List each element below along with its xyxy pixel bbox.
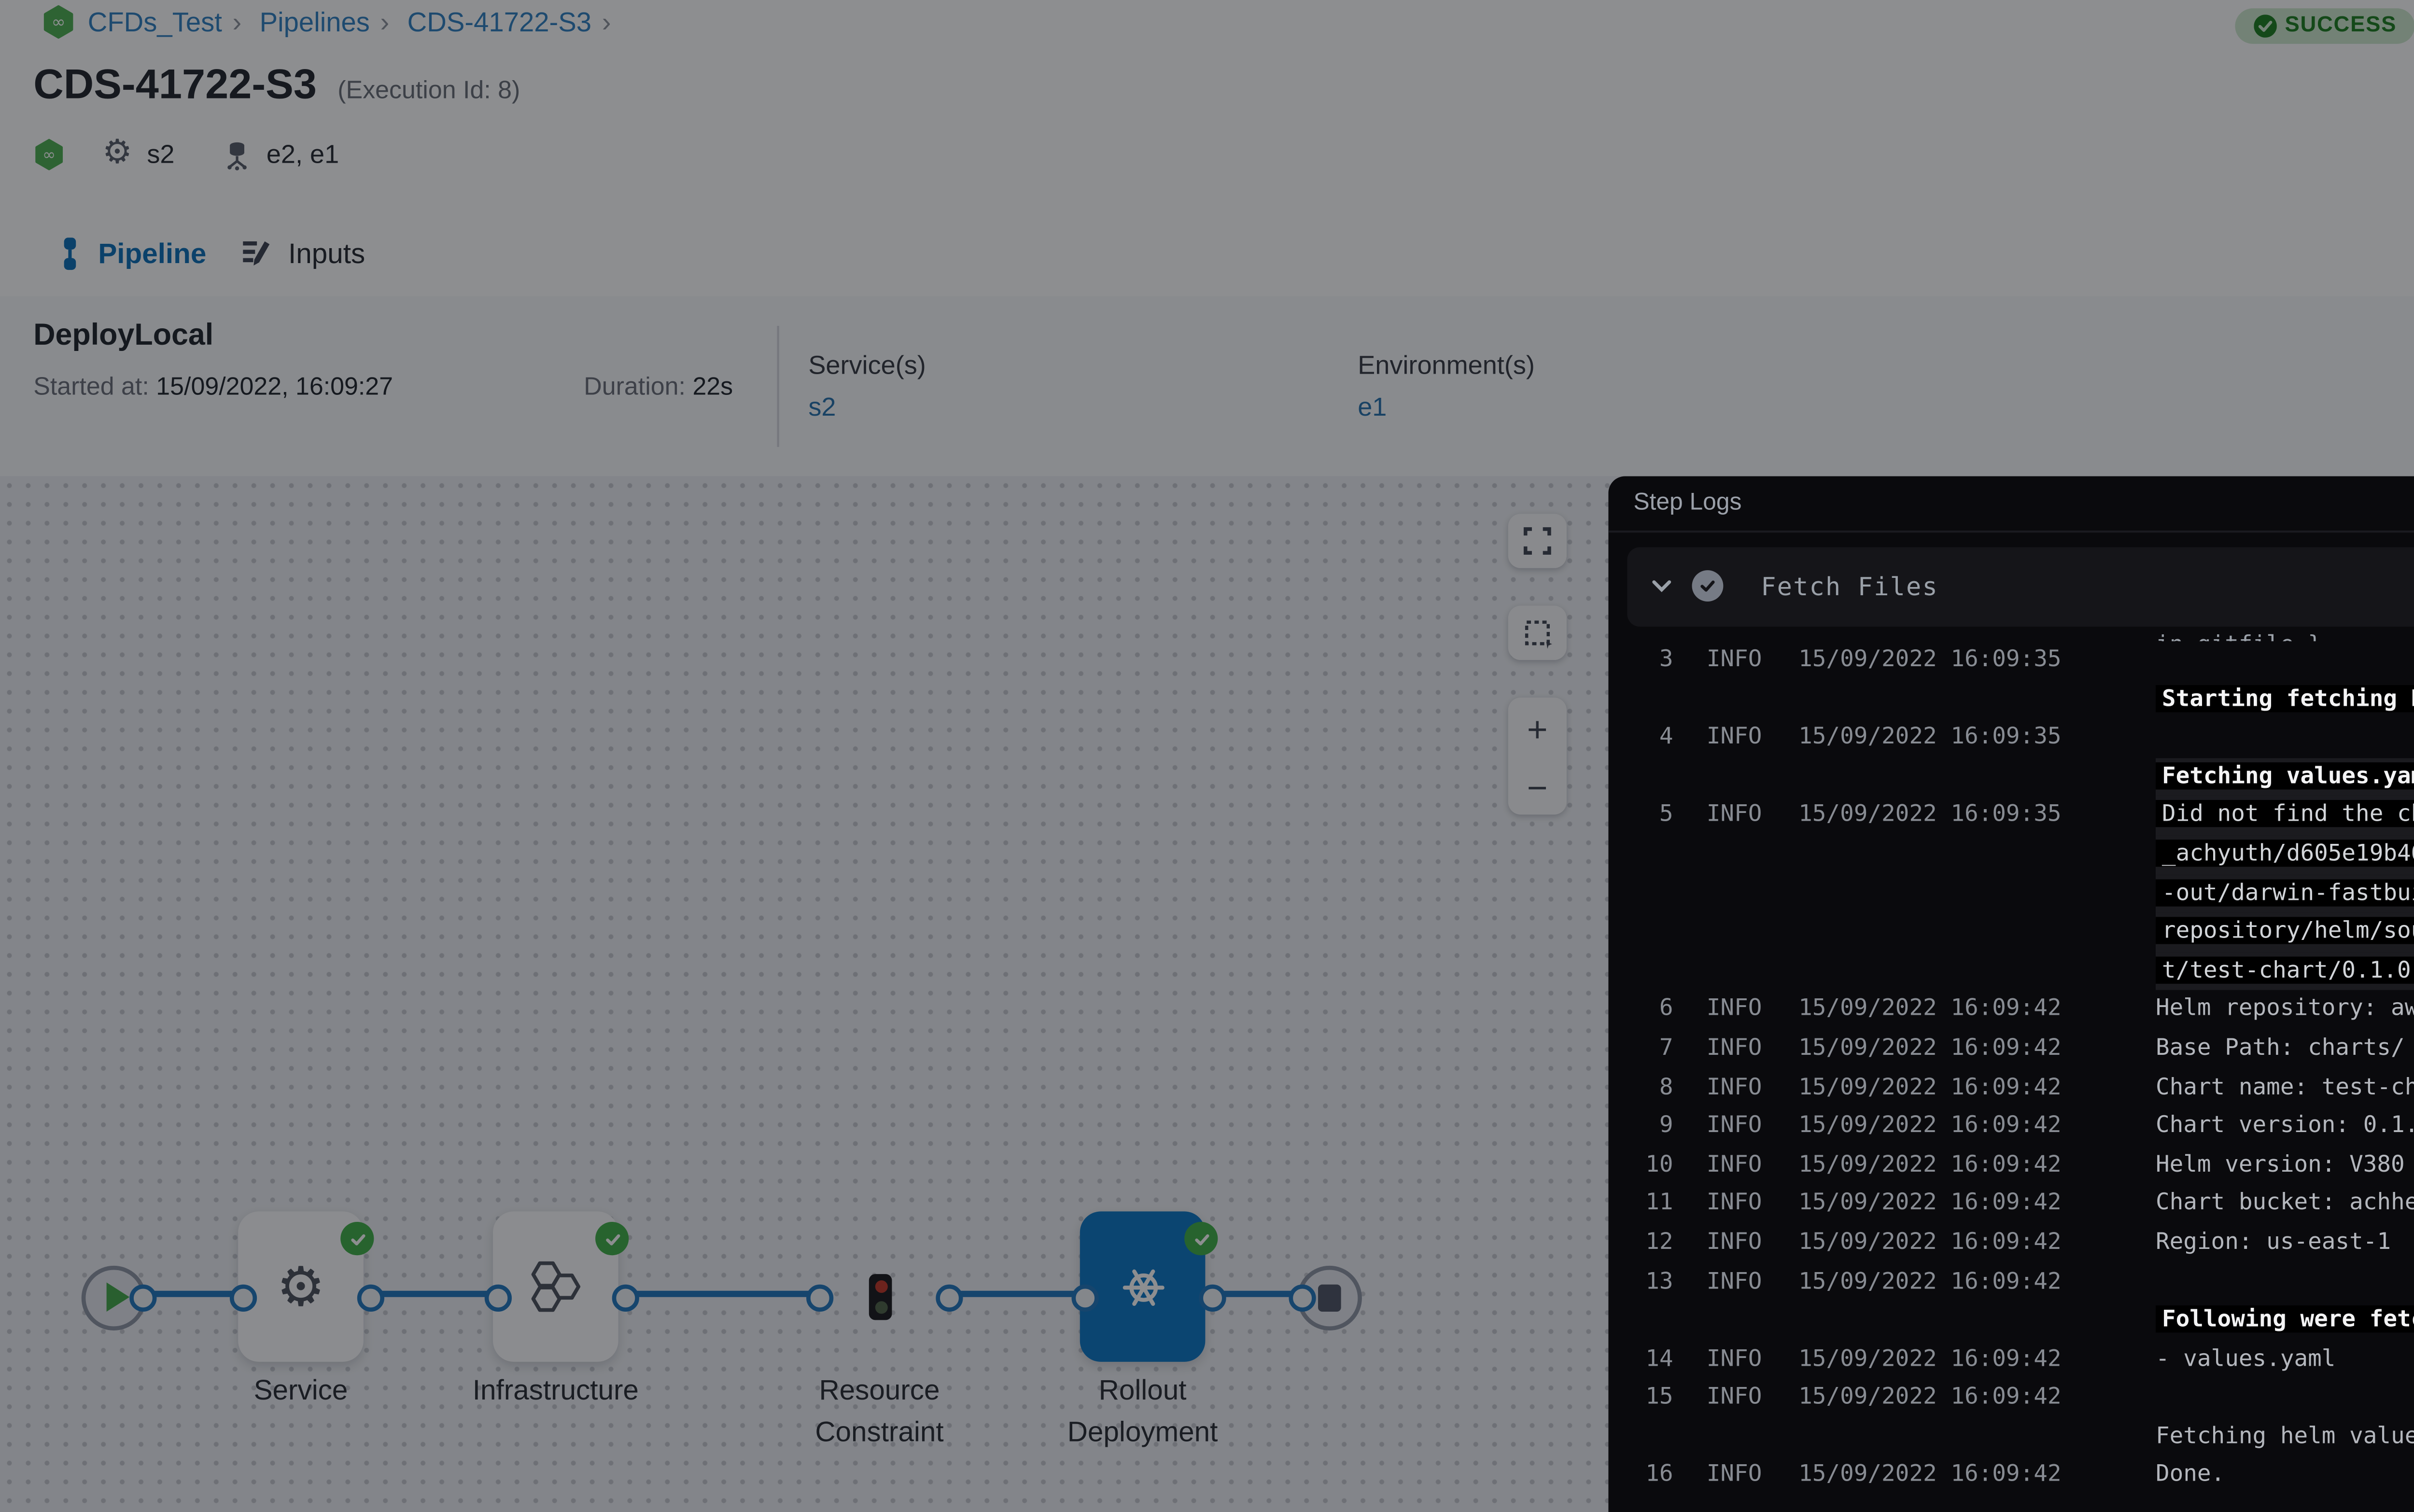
log-panel-header: Step Logs Console View (1608, 476, 2414, 532)
log-line: repository/helm/source/93602db7-89f2-317… (1608, 913, 2414, 952)
log-line: 10INFO15/09/2022 16:09:42Helm version: V… (1608, 1146, 2414, 1185)
step-success-icon (1692, 570, 1723, 602)
log-section-fetch-files[interactable]: Fetch Files ↑ ↓ 9s (1627, 547, 2414, 627)
log-line: 4INFO15/09/2022 16:09:35 (1608, 719, 2414, 757)
log-line: Fetching values.yaml from helm chart rep… (1608, 758, 2414, 797)
log-line: 9INFO15/09/2022 16:09:42Chart version: 0… (1608, 1107, 2414, 1146)
log-line: in gitfile } (1608, 627, 2414, 641)
log-line: 11INFO15/09/2022 16:09:42Chart bucket: a… (1608, 1185, 2414, 1223)
log-line: 15INFO15/09/2022 16:09:42 (1608, 1379, 2414, 1418)
log-line: 7INFO15/09/2022 16:09:42Base Path: chart… (1608, 1030, 2414, 1068)
log-section-name: Fetch Files (1761, 547, 1938, 627)
log-line: 3INFO15/09/2022 16:09:35 (1608, 641, 2414, 680)
chevron-down-icon (1650, 574, 1673, 598)
step-logs-panel: Step Logs Console View Fetch Files ↑ ↓ 9… (1608, 476, 2414, 1512)
log-line: 13INFO15/09/2022 16:09:42 (1608, 1262, 2414, 1301)
log-line: -out/darwin-fastbuild/bin/260-delegate/e… (1608, 874, 2414, 913)
log-line: Fetching helm values completed successfu… (1608, 1418, 2414, 1456)
log-line: Following were fetched successfully : (1608, 1302, 2414, 1340)
app-window: ∞ CFDs_Test› Pipelines› CDS-41722-S3› SU… (0, 0, 2414, 1512)
log-line: 14INFO15/09/2022 16:09:42- values.yaml (1608, 1340, 2414, 1379)
log-line: _achyuth/d605e19b46448ceaacb01fb4c19633a… (1608, 835, 2414, 874)
log-line: 5INFO15/09/2022 16:09:35Did not find the… (1608, 797, 2414, 835)
log-line: 16INFO15/09/2022 16:09:42Done. (1608, 1457, 2414, 1496)
log-line: 12INFO15/09/2022 16:09:42Region: us-east… (1608, 1224, 2414, 1262)
log-line: Starting fetching Helm values (1608, 680, 2414, 719)
log-line: 8INFO15/09/2022 16:09:42Chart name: test… (1608, 1068, 2414, 1107)
log-line: t/test-chart/0.1.0 (1608, 952, 2414, 991)
log-panel-title: Step Logs (1633, 476, 1741, 530)
log-line: 6INFO15/09/2022 16:09:42Helm repository:… (1608, 991, 2414, 1029)
log-lines-container[interactable]: in gitfile }3INFO15/09/2022 16:09:35Star… (1608, 627, 2414, 1512)
